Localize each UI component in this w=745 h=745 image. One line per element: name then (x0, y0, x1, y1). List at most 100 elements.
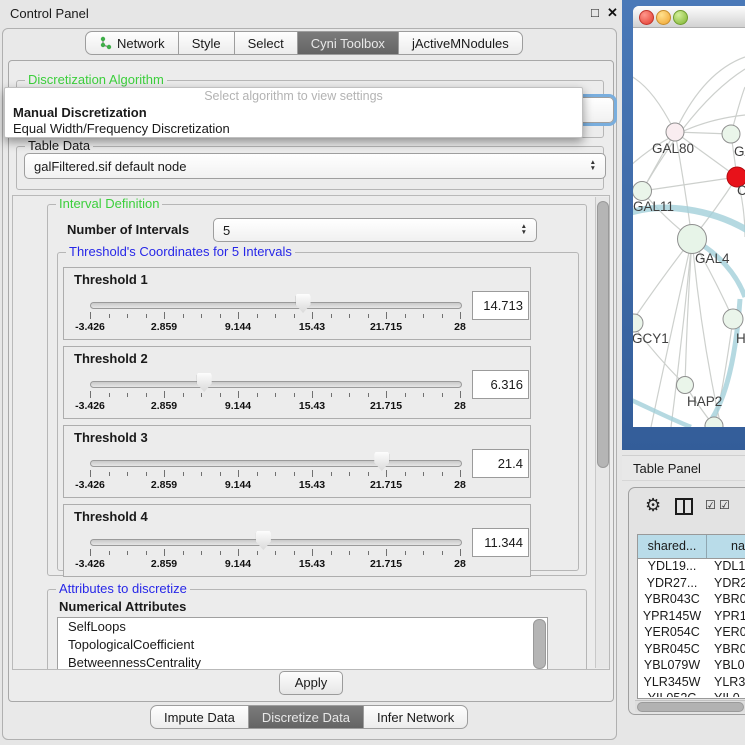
threshold-list: Threshold 1-3.4262.8599.14415.4321.71528… (63, 267, 531, 583)
float-panel-icon[interactable]: □ (591, 5, 599, 20)
slider-scale-label: 9.144 (225, 321, 251, 333)
slider-tick (90, 470, 91, 477)
threshold-slider-handle[interactable] (374, 452, 389, 471)
table-hscrollbar-track[interactable] (635, 700, 745, 712)
spinner-arrows-icon[interactable] (521, 224, 527, 236)
tab-label: Infer Network (377, 710, 454, 725)
network-node[interactable] (677, 377, 694, 394)
dropdown-option-equal-width[interactable]: Equal Width/Frequency Discretization (5, 121, 582, 137)
slider-scale-label: 2.859 (151, 400, 177, 412)
checkbox-icon[interactable]: ☑ (705, 499, 716, 511)
apply-button[interactable]: Apply (279, 671, 343, 695)
group-label: Attributes to discretize (56, 582, 190, 596)
table-cell: YIL052C (638, 690, 706, 697)
network-node[interactable] (723, 309, 743, 329)
network-node[interactable] (633, 182, 652, 201)
table-row[interactable]: YBR043CYBR0 (638, 591, 745, 608)
table-row[interactable]: YBL079WYBL0 (638, 657, 745, 674)
dropdown-option-manual[interactable]: Manual Discretization (5, 105, 582, 121)
tab-select[interactable]: Select (234, 31, 298, 55)
threshold-value-field[interactable]: 21.4 (472, 449, 529, 478)
tab-discretize-data[interactable]: Discretize Data (248, 705, 364, 729)
threshold-slider-handle[interactable] (296, 294, 311, 313)
tab-label: Cyni Toolbox (311, 36, 385, 51)
threshold-slider: -3.4262.8599.14415.4321.71528 (90, 292, 460, 336)
minimize-window-icon[interactable] (656, 10, 671, 25)
tab-impute-data[interactable]: Impute Data (150, 705, 249, 729)
numerical-attributes-label: Numerical Attributes (59, 599, 186, 614)
zoom-window-icon[interactable] (673, 10, 688, 25)
settings-scrollbar-thumb[interactable] (597, 201, 609, 468)
threshold-value-field[interactable]: 6.316 (472, 370, 529, 399)
table-cell: YDL19... (638, 558, 706, 575)
network-node[interactable] (678, 225, 707, 254)
slider-tick (220, 314, 221, 318)
columns-icon[interactable] (675, 498, 693, 515)
slider-tick (442, 314, 443, 318)
network-edge (633, 75, 675, 132)
slider-tick (294, 472, 295, 476)
slider-tick (368, 314, 369, 318)
slider-scale-label: 15.43 (299, 558, 325, 570)
threshold-value-field[interactable]: 11.344 (472, 528, 529, 557)
panel-title: Control Panel (10, 6, 89, 21)
close-panel-icon[interactable]: ✕ (607, 5, 618, 21)
table-row[interactable]: YBR045CYBR0 (638, 641, 745, 658)
tab-infer-network[interactable]: Infer Network (363, 705, 468, 729)
tab-style[interactable]: Style (178, 31, 235, 55)
table-row[interactable]: YDR27...YDR2 (638, 575, 745, 592)
threshold-slider-track[interactable] (90, 381, 462, 388)
threshold-slider: -3.4262.8599.14415.4321.71528 (90, 371, 460, 415)
table-panel-window: ⚙ ☑ ☑ shared... na YDL19...YDL1YDR27...Y… (628, 487, 745, 715)
network-node[interactable] (633, 314, 643, 332)
slider-tick (164, 549, 165, 556)
threshold-slider-track[interactable] (90, 460, 462, 467)
slider-tick (368, 472, 369, 476)
slider-scale-label: 21.715 (370, 479, 402, 491)
table-data-select[interactable]: galFiltered.sif default node (24, 153, 606, 179)
close-window-icon[interactable] (639, 10, 654, 25)
slider-tick (164, 470, 165, 477)
tab-network[interactable]: Network (85, 31, 179, 55)
group-label: Threshold's Coordinates for 5 Intervals (66, 245, 295, 259)
table-row[interactable]: YLR345WYLR3 (638, 674, 745, 691)
list-scrollbar-thumb[interactable] (533, 619, 546, 669)
network-node[interactable] (666, 123, 684, 141)
threshold-slider-track[interactable] (90, 302, 462, 309)
group-label: Discretization Algorithm (25, 73, 167, 87)
threshold-slider-handle[interactable] (197, 373, 212, 392)
slider-tick (442, 393, 443, 397)
table-row[interactable]: YPR145WYPR1 (638, 608, 745, 625)
combo-arrows-icon[interactable] (590, 160, 596, 172)
slider-tick (257, 314, 258, 318)
attribute-item[interactable]: SelfLoops (58, 618, 547, 636)
slider-tick (127, 472, 128, 476)
slider-tick (349, 551, 350, 555)
tab-jactivemnodules[interactable]: jActiveMNodules (398, 31, 523, 55)
column-header[interactable]: shared... (638, 535, 707, 558)
settings-scrollbar-track[interactable] (595, 197, 609, 668)
checkbox-icon[interactable]: ☑ (719, 499, 730, 511)
network-node[interactable] (722, 125, 740, 143)
num-intervals-spinner[interactable]: 5 (213, 218, 537, 242)
table-row[interactable]: YDL19...YDL1 (638, 558, 745, 575)
slider-tick (405, 393, 406, 397)
threshold-slider-track[interactable] (90, 539, 462, 546)
slider-tick (460, 312, 461, 319)
slider-tick (109, 393, 110, 397)
slider-tick (146, 551, 147, 555)
table-hscrollbar-thumb[interactable] (637, 702, 744, 712)
attribute-item[interactable]: BetweennessCentrality (58, 654, 547, 670)
tab-cyni-toolbox[interactable]: Cyni Toolbox (297, 31, 399, 55)
column-header[interactable]: na (707, 535, 745, 558)
num-intervals-value: 5 (223, 223, 230, 238)
table-cell: YBR0 (706, 641, 745, 658)
threshold-value-field[interactable]: 14.713 (472, 291, 529, 320)
attribute-item[interactable]: TopologicalCoefficient (58, 636, 547, 654)
threshold-slider-handle[interactable] (256, 531, 271, 550)
slider-tick (220, 393, 221, 397)
table-row[interactable]: YIL052CYIL0 (638, 690, 745, 697)
threshold-panel: Threshold 3-3.4262.8599.14415.4321.71528… (63, 425, 531, 498)
gear-icon[interactable]: ⚙ (645, 496, 661, 514)
table-row[interactable]: YER054CYER0 (638, 624, 745, 641)
